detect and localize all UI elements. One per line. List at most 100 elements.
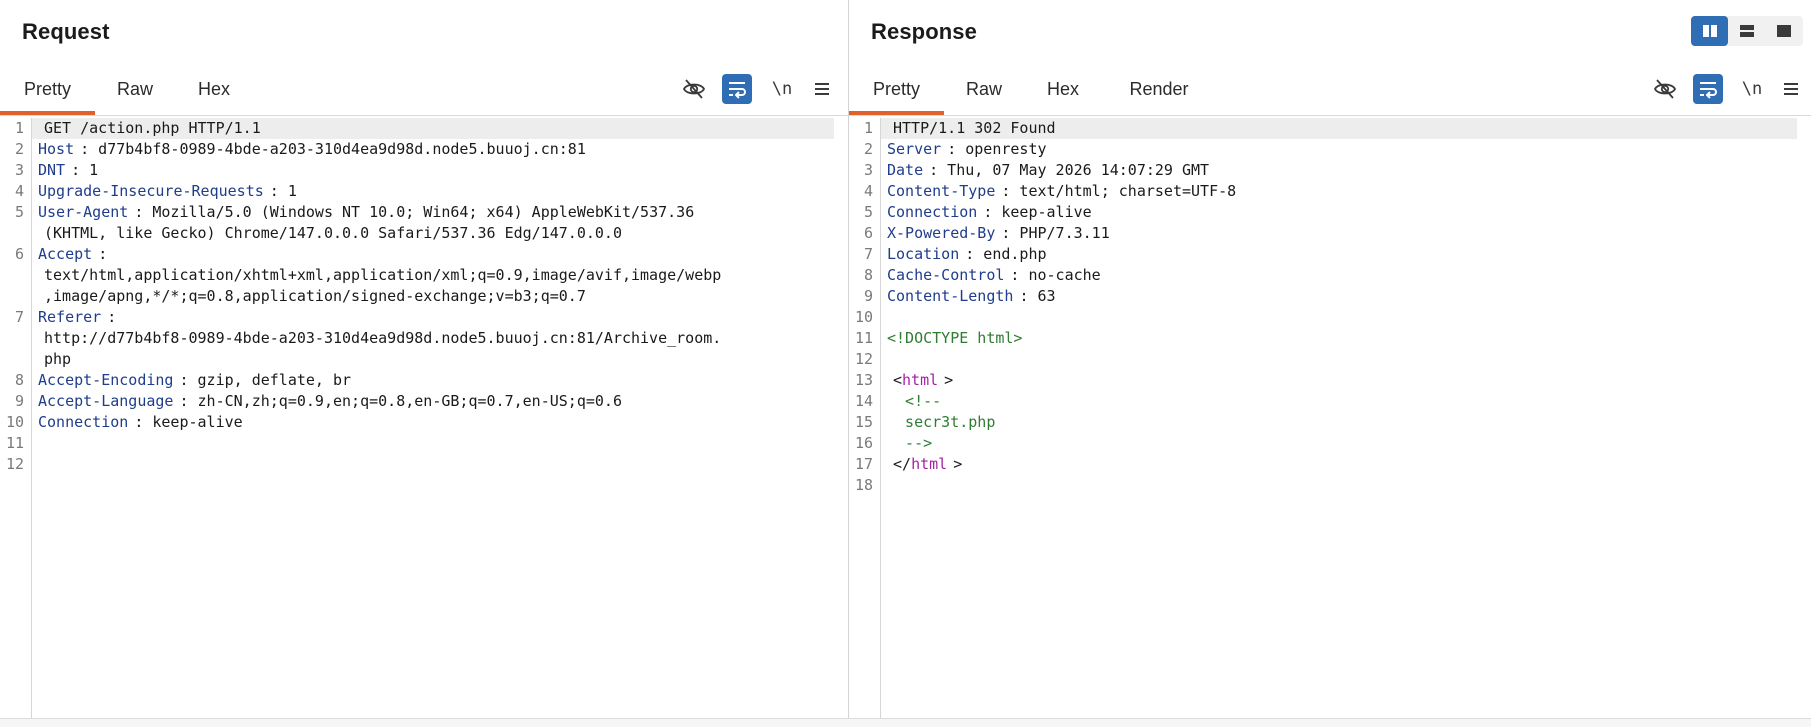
header-name: Location — [887, 245, 960, 263]
header-name: Accept-Language — [38, 392, 174, 410]
code-line[interactable]: 6 Accept: — [15, 244, 834, 265]
http-message-viewer: Request Pretty Raw Hex \n 1 GET /action.p… — [0, 0, 1811, 727]
code-line[interactable]: 10 Connection: keep-alive — [6, 412, 834, 433]
code-line[interactable]: 8 Accept-Encoding: gzip, deflate, br — [15, 370, 834, 391]
code-line[interactable]: 1 HTTP/1.1 302 Found — [864, 118, 1797, 139]
line-text — [881, 350, 887, 368]
split-horizontal-icon[interactable] — [1728, 16, 1765, 46]
code-line[interactable]: 11 — [6, 433, 834, 454]
line-text: Content-Type: text/html; charset=UTF-8 — [881, 182, 1236, 200]
line-number: 16 — [854, 434, 873, 452]
code-line[interactable]: 14 <!-- — [855, 391, 1797, 412]
line-segment: <!-- — [887, 392, 942, 410]
line-number: 4 — [14, 182, 24, 200]
line-segment: : openresty — [947, 140, 1047, 158]
code-line[interactable]: 6 X-Powered-By: PHP/7.3.11 — [864, 223, 1797, 244]
line-segment: http://d77b4bf8-0989-4bde-a203-310d4ea9d… — [44, 329, 722, 347]
line-text: text/html,application/xhtml+xml,applicat… — [32, 266, 721, 284]
code-line[interactable]: 11 <!DOCTYPE html> — [855, 328, 1797, 349]
line-number: 8 — [863, 266, 873, 284]
split-vertical-icon[interactable] — [1691, 16, 1728, 46]
code-line[interactable]: 13 <html > — [855, 370, 1797, 391]
wrap-lines-icon[interactable] — [1693, 74, 1723, 104]
response-code[interactable]: 1 HTTP/1.1 302 Found 2 Server: openresty 3 Da… — [855, 118, 1797, 719]
code-line[interactable]: 15 secr3t.php — [855, 412, 1797, 433]
response-toolbar: \n — [849, 74, 1811, 104]
line-text: secr3t.php — [881, 413, 995, 431]
line-text: ,image/apng,*/*;q=0.8,application/signed… — [32, 287, 586, 305]
menu-icon[interactable] — [807, 74, 837, 104]
newline-toggle-icon[interactable]: \n — [1737, 74, 1767, 104]
line-number: 7 — [863, 245, 873, 263]
code-line[interactable]: 18 — [855, 475, 1797, 496]
line-number: 4 — [863, 182, 873, 200]
code-line[interactable]: 8 Cache-Control: no-cache — [864, 265, 1797, 286]
line-number: 2 — [14, 140, 24, 158]
request-title: Request — [22, 19, 110, 44]
single-pane-icon[interactable] — [1765, 16, 1802, 46]
line-number: 1 — [14, 119, 24, 137]
code-line[interactable]: 1 GET /action.php HTTP/1.1 — [15, 118, 834, 139]
hide-non-printing-icon[interactable] — [679, 74, 709, 104]
header-name: Connection — [38, 413, 129, 431]
line-text: <!-- — [881, 392, 941, 410]
line-segment: : — [107, 308, 117, 326]
line-segment: <!DOCTYPE html> — [887, 329, 1023, 347]
code-line[interactable]: 5 User-Agent: Mozilla/5.0 (Windows NT 10.… — [15, 202, 834, 223]
header-name: Content-Type — [887, 182, 996, 200]
line-segment: --> — [887, 434, 933, 452]
code-line[interactable]: 12 — [6, 454, 834, 475]
line-text: Server: openresty — [881, 140, 1047, 158]
code-line[interactable]: http://d77b4bf8-0989-4bde-a203-310d4ea9d… — [32, 328, 834, 349]
newline-toggle-icon[interactable]: \n — [767, 74, 797, 104]
code-line[interactable]: php — [32, 349, 834, 370]
line-text: http://d77b4bf8-0989-4bde-a203-310d4ea9d… — [32, 329, 721, 347]
code-line[interactable]: 3 DNT: 1 — [15, 160, 834, 181]
hide-non-printing-icon[interactable] — [1650, 74, 1680, 104]
response-pane: Response Pretty Raw Hex Render \n 1HTTP — [849, 0, 1811, 727]
line-text: Connection: keep-alive — [32, 413, 243, 431]
code-line[interactable]: 4 Content-Type: text/html; charset=UTF-8 — [864, 181, 1797, 202]
line-text — [32, 434, 38, 452]
line-text: Date: Thu, 07 May 2026 14:07:29 GMT — [881, 161, 1209, 179]
code-line[interactable]: 16 --> — [855, 433, 1797, 454]
code-line[interactable]: 7 Location: end.php — [864, 244, 1797, 265]
line-text: Connection: keep-alive — [881, 203, 1092, 221]
response-editor[interactable]: 1 HTTP/1.1 302 Found 2 Server: openresty 3 Da… — [849, 118, 1811, 719]
line-text: Content-Length: 63 — [881, 287, 1056, 305]
code-line[interactable]: 4 Upgrade-Insecure-Requests: 1 — [15, 181, 834, 202]
code-line[interactable]: 12 — [855, 349, 1797, 370]
line-number: 8 — [14, 371, 24, 389]
code-line[interactable]: 9 Content-Length: 63 — [864, 286, 1797, 307]
request-tab-divider — [0, 115, 848, 116]
code-line[interactable]: 3 Date: Thu, 07 May 2026 14:07:29 GMT — [864, 160, 1797, 181]
code-line[interactable]: 7 Referer: — [15, 307, 834, 328]
code-line[interactable]: 2 Host: d77b4bf8-0989-4bde-a203-310d4ea9d… — [15, 139, 834, 160]
response-title: Response — [871, 19, 977, 44]
line-number: 1 — [863, 119, 873, 137]
header-name: Date — [887, 161, 924, 179]
line-segment: : zh-CN,zh;q=0.9,en;q=0.8,en-GB;q=0.7,en… — [179, 392, 622, 410]
code-line[interactable]: 5 Connection: keep-alive — [864, 202, 1797, 223]
header-name: Accept-Encoding — [38, 371, 174, 389]
line-text: <html > — [881, 371, 953, 389]
request-editor[interactable]: 1 GET /action.php HTTP/1.1 2 Host: d77b4bf8… — [0, 118, 848, 719]
line-number: 10 — [854, 308, 873, 326]
code-line[interactable]: 17 </html > — [855, 454, 1797, 475]
wrap-lines-icon[interactable] — [722, 74, 752, 104]
code-line[interactable]: 2 Server: openresty — [864, 139, 1797, 160]
line-text — [32, 455, 38, 473]
code-line[interactable]: ,image/apng,*/*;q=0.8,application/signed… — [32, 286, 834, 307]
code-line[interactable]: (KHTML, like Gecko) Chrome/147.0.0.0 Saf… — [32, 223, 834, 244]
line-text: php — [32, 350, 71, 368]
code-line[interactable]: 9 Accept-Language: zh-CN,zh;q=0.9,en;q=0.… — [15, 391, 834, 412]
line-text — [881, 476, 887, 494]
menu-icon[interactable] — [1776, 74, 1806, 104]
line-number: 6 — [863, 224, 873, 242]
line-text: </html > — [881, 455, 962, 473]
code-line[interactable]: 10 — [855, 307, 1797, 328]
code-line[interactable]: text/html,application/xhtml+xml,applicat… — [32, 265, 834, 286]
line-text: (KHTML, like Gecko) Chrome/147.0.0.0 Saf… — [32, 224, 622, 242]
line-text: GET /action.php HTTP/1.1 — [32, 119, 261, 137]
request-code[interactable]: 1 GET /action.php HTTP/1.1 2 Host: d77b4bf8… — [6, 118, 834, 719]
